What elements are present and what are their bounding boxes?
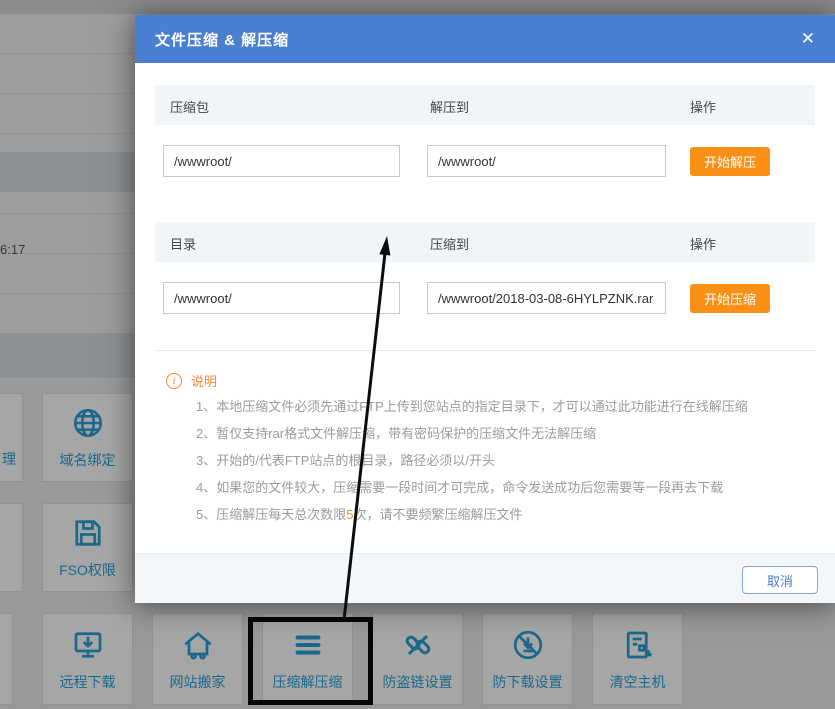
page: 6:17 理 域名绑定 FSO权限 xyxy=(0,0,835,709)
package-path-input[interactable] xyxy=(163,145,400,177)
extract-section-header: 压缩包 解压到 操作 xyxy=(155,85,815,125)
note-item-3: 3、开始的/代表FTP站点的根目录，路径必须以/开头 xyxy=(196,447,796,474)
column-package: 压缩包 xyxy=(170,97,209,116)
close-icon[interactable]: ✕ xyxy=(795,15,821,63)
start-extract-button[interactable]: 开始解压 xyxy=(690,147,770,176)
column-directory: 目录 xyxy=(170,234,196,253)
extract-dest-input[interactable] xyxy=(427,145,666,177)
compress-dest-input[interactable] xyxy=(427,282,666,314)
info-icon: i xyxy=(166,373,182,389)
directory-input[interactable] xyxy=(163,282,400,314)
dialog-header: 文件压缩 & 解压缩 ✕ xyxy=(135,15,835,63)
note-item-5: 5、压缩解压每天总次数限5次，请不要频繁压缩解压文件 xyxy=(196,501,796,528)
note-item-1: 1、本地压缩文件必须先通过FTP上传到您站点的指定目录下，才可以通过此功能进行在… xyxy=(196,393,796,420)
notes-title: 说明 xyxy=(191,371,217,390)
column-compress-to: 压缩到 xyxy=(430,234,469,253)
section-divider xyxy=(155,350,815,351)
compress-section-header: 目录 压缩到 操作 xyxy=(155,222,815,262)
start-compress-button[interactable]: 开始压缩 xyxy=(690,284,770,313)
dialog-title: 文件压缩 & 解压缩 xyxy=(135,29,289,50)
annotation-highlight-box xyxy=(248,617,373,705)
notes-header: i 说明 xyxy=(166,371,217,390)
dialog-footer: 取消 xyxy=(135,553,835,603)
notes-list: 1、本地压缩文件必须先通过FTP上传到您站点的指定目录下，才可以通过此功能进行在… xyxy=(196,393,796,528)
column-action: 操作 xyxy=(690,234,716,253)
note-item-4: 4、如果您的文件较大，压缩需要一段时间才可完成，命令发送成功后您需要等一段再去下… xyxy=(196,474,796,501)
column-extract-to: 解压到 xyxy=(430,97,469,116)
cancel-button[interactable]: 取消 xyxy=(742,566,818,594)
column-action: 操作 xyxy=(690,97,716,116)
compress-dialog: 文件压缩 & 解压缩 ✕ 压缩包 解压到 操作 开始解压 目录 压缩到 操作 开… xyxy=(135,15,835,603)
note-item-2: 2、暂仅支持rar格式文件解压缩，带有密码保护的压缩文件无法解压缩 xyxy=(196,420,796,447)
